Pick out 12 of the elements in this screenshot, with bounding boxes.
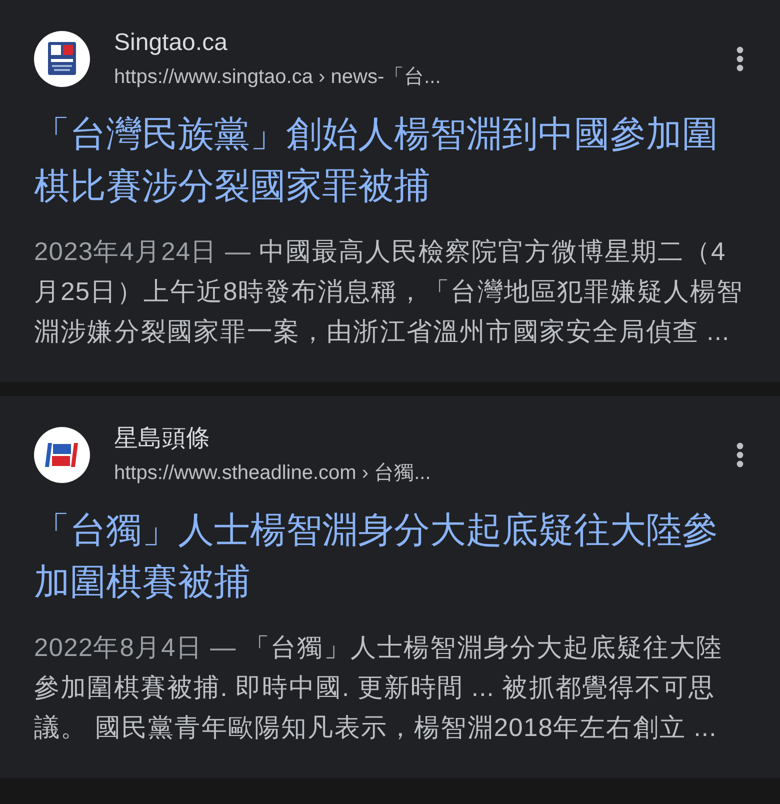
logo-icon (34, 427, 90, 483)
site-name: Singtao.ca (114, 28, 228, 58)
result-title[interactable]: 「台灣民族黨」創始人楊智淵到中國參加圍棋比賽涉分裂國家罪被捕 (34, 108, 744, 212)
site-url[interactable]: https://www.singtao.ca › news-「台... (114, 64, 712, 90)
result-snippet: 2023年4月24日 — 中國最高人民檢察院官方微博星期二（4月25日）上午近8時發布消息稱，「台灣地區犯罪嫌疑人楊智淵涉嫌分裂國家罪一案，由浙江省溫州市國家安全局偵查 ... (34, 237, 744, 348)
site-name: 星島頭條 (114, 424, 211, 454)
logo-icon (34, 31, 90, 87)
site-url[interactable]: https://www.stheadline.com › 台獨... (114, 460, 712, 486)
result-snippet: 2022年8月4日 — 「台獨」人士楊智淵身分大起底疑往大陸參加圍棋賽被捕. 即時中國. 更新時間 ... 被抓都覺得不可思議。 國民黨青年歐陽知凡表示，楊智淵2018年左右創立 ... (34, 633, 724, 744)
result-title[interactable]: 「台獨」人士楊智淵身分大起底疑往大陸參加圍棋賽被捕 (34, 504, 744, 608)
more-options-icon[interactable] (736, 46, 744, 72)
more-options-icon[interactable] (736, 442, 744, 468)
